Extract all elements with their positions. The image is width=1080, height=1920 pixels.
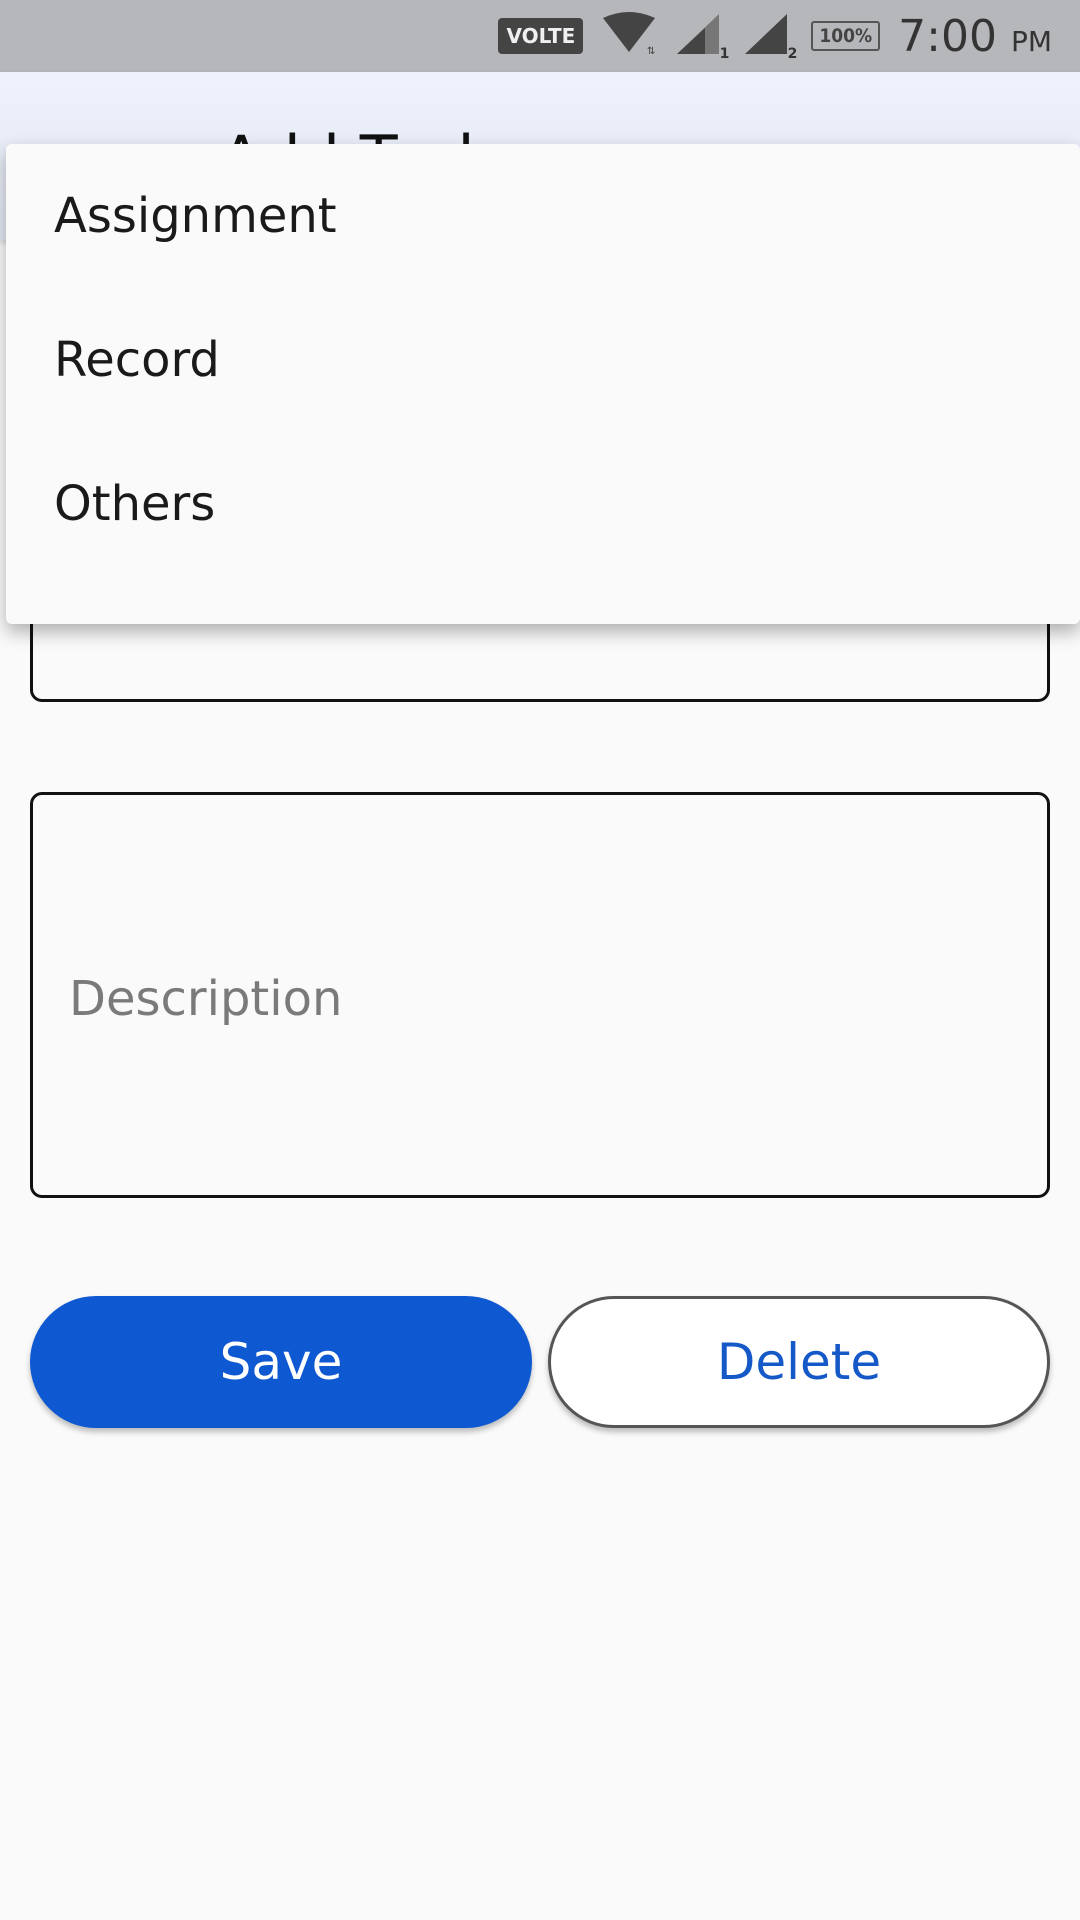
menu-item-others[interactable]: Others [6, 432, 1080, 576]
volte-badge: VOLTE [498, 18, 584, 54]
clock-time: 7:00 [898, 10, 997, 62]
battery-icon: 100% [811, 21, 881, 51]
sim1-label: 1 [719, 46, 730, 62]
sim2-label: 2 [787, 46, 798, 62]
clock-ampm: PM [1010, 24, 1052, 58]
signal-sim1-icon: 1 [675, 12, 729, 62]
delete-button[interactable]: Delete [548, 1296, 1050, 1428]
category-dropdown-menu: Assignment Record Others [6, 144, 1080, 624]
menu-item-assignment[interactable]: Assignment [6, 144, 1080, 288]
svg-text:⇅: ⇅ [647, 46, 655, 56]
description-placeholder: Description [69, 971, 343, 1027]
description-field[interactable]: Description [30, 792, 1050, 1198]
signal-sim2-icon: 2 [743, 12, 797, 62]
status-bar: VOLTE ⇅ 1 2 100% 7:00 PM [0, 0, 1080, 72]
battery-level: 100% [819, 25, 873, 47]
wifi-icon: ⇅ [601, 12, 657, 60]
save-button[interactable]: Save [30, 1296, 532, 1428]
menu-item-record[interactable]: Record [6, 288, 1080, 432]
status-clock: 7:00 PM [898, 11, 1052, 62]
